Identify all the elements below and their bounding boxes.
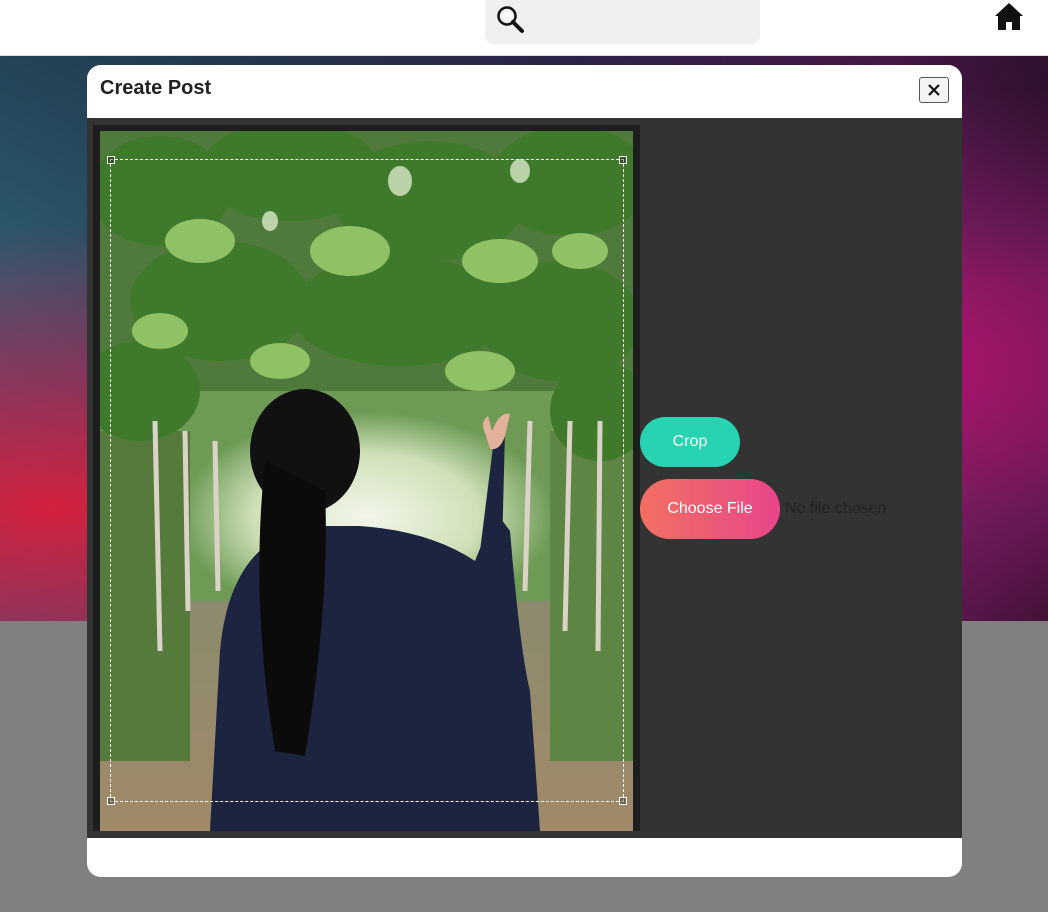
home-icon[interactable] <box>994 2 1024 32</box>
crop-handle-bottom-right[interactable] <box>619 797 627 805</box>
crop-selection-box[interactable] <box>107 156 627 805</box>
close-icon <box>928 84 940 96</box>
modal-footer <box>87 838 962 877</box>
choose-file-button[interactable]: Choose File <box>640 479 780 539</box>
modal-body: Crop Choose File No file chosen <box>87 118 962 838</box>
modal-header: Create Post <box>87 65 962 118</box>
search-box[interactable] <box>485 0 760 44</box>
crop-handle-top-left[interactable] <box>107 156 115 164</box>
close-button[interactable] <box>919 77 949 103</box>
search-icon[interactable] <box>495 4 525 34</box>
top-navbar <box>0 0 1048 56</box>
crop-button[interactable]: Crop <box>640 417 740 467</box>
crop-handle-top-right[interactable] <box>619 156 627 164</box>
create-post-modal: Create Post Crop Choose File No file cho… <box>87 65 962 877</box>
file-status-text: No file chosen <box>785 500 887 517</box>
modal-title: Create Post <box>100 77 212 99</box>
search-input[interactable] <box>533 6 752 38</box>
image-cropper[interactable] <box>93 125 640 831</box>
crop-handle-bottom-left[interactable] <box>107 797 115 805</box>
